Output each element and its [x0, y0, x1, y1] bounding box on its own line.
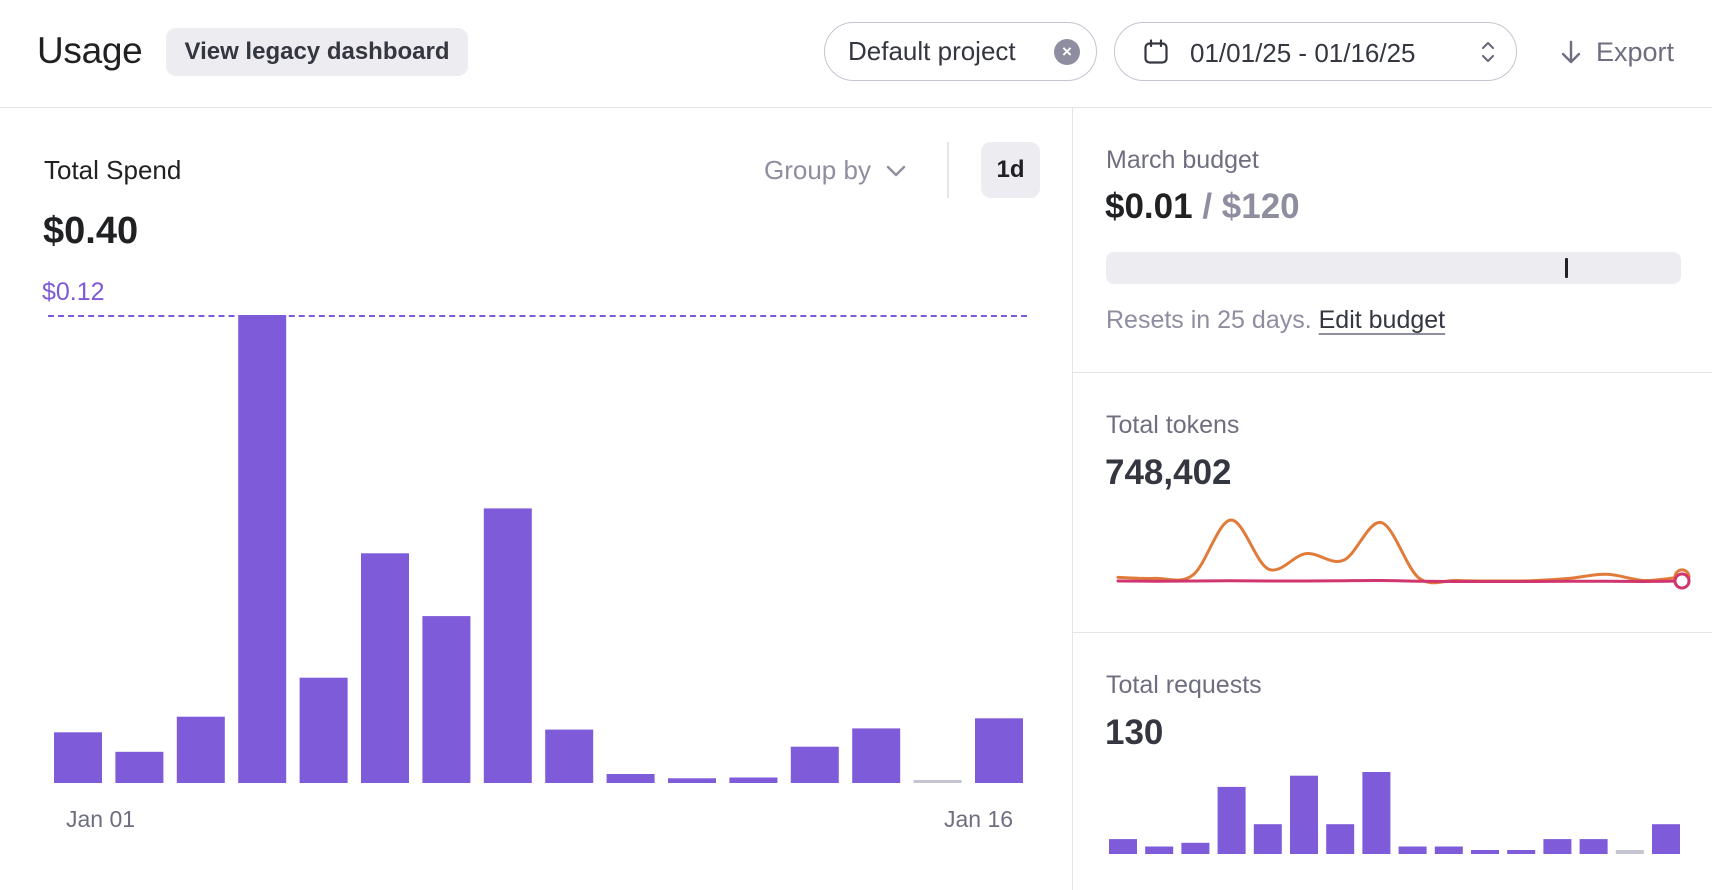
- budget-used: $0.01: [1105, 187, 1193, 226]
- spend-bar: [913, 780, 962, 783]
- tokens-series-endpoint: [1673, 572, 1691, 590]
- requests-bar: [1507, 850, 1536, 854]
- requests-bar: [1326, 824, 1355, 854]
- export-label: Export: [1596, 36, 1675, 67]
- budget-limit: $120: [1221, 187, 1300, 226]
- requests-bar: [1253, 824, 1282, 854]
- reset-text: Resets in 25 days.: [1106, 306, 1312, 334]
- requests-bar: [1652, 824, 1680, 854]
- budget-value: $0.01 / $120: [1105, 187, 1300, 227]
- budget-separator: /: [1192, 187, 1222, 226]
- spend-bar: [115, 751, 164, 783]
- date-range-label: 01/01/25 - 01/16/25: [1190, 38, 1416, 68]
- requests-bar: [1434, 846, 1463, 854]
- spend-bar: [483, 508, 532, 783]
- edit-budget-link[interactable]: Edit budget: [1319, 306, 1446, 334]
- spend-bar: [299, 677, 348, 783]
- spend-bar: [545, 729, 594, 783]
- spend-bar: [975, 718, 1023, 783]
- requests-bar: [1398, 846, 1427, 854]
- chevron-up-down-icon: [1480, 39, 1496, 72]
- tokens-series-line: [1116, 518, 1684, 585]
- spend-bar: [422, 616, 471, 783]
- tokens-series-line: [1116, 578, 1684, 584]
- tokens-value: 748,402: [1105, 453, 1232, 492]
- date-range-picker[interactable]: 01/01/25 - 01/16/25: [1114, 22, 1517, 81]
- requests-bar: [1109, 839, 1137, 854]
- requests-bar: [1471, 850, 1499, 854]
- budget-label: March budget: [1106, 146, 1259, 174]
- requests-bar: [1217, 786, 1246, 854]
- spend-bar: [361, 553, 409, 783]
- requests-label: Total requests: [1106, 671, 1262, 699]
- tokens-sparkline: [1116, 518, 1691, 590]
- spend-bar: [790, 746, 839, 783]
- calendar-icon: [1143, 39, 1169, 72]
- spend-bar: [176, 716, 225, 783]
- requests-bar-chart: [1109, 772, 1680, 854]
- card-divider: [1073, 372, 1712, 373]
- spend-bar: [729, 777, 778, 783]
- spend-bar: [606, 774, 655, 783]
- budget-reset-note: Resets in 25 days. Edit budget: [1106, 306, 1445, 335]
- spend-bar: [238, 315, 287, 783]
- panel-divider: [1072, 108, 1073, 890]
- spend-bar: [668, 778, 716, 783]
- export-button[interactable]: Export: [1560, 30, 1674, 74]
- spend-bar: [852, 728, 901, 783]
- tokens-label: Total tokens: [1106, 411, 1240, 439]
- requests-value: 130: [1105, 713, 1164, 752]
- budget-progress-bar: [1106, 252, 1681, 284]
- requests-bar: [1145, 846, 1174, 854]
- requests-bar: [1290, 775, 1318, 854]
- requests-bar: [1543, 839, 1572, 854]
- requests-bar: [1181, 842, 1210, 854]
- card-divider: [1073, 632, 1712, 633]
- budget-threshold-marker: [1565, 258, 1568, 278]
- requests-bar: [1362, 772, 1391, 854]
- arrow-down-icon: [1560, 39, 1582, 65]
- requests-bar: [1579, 839, 1608, 854]
- x-tick-start: Jan 01: [66, 806, 136, 832]
- spend-bar-chart: [54, 315, 1023, 783]
- requests-bar: [1615, 850, 1644, 854]
- x-tick-end: Jan 16: [944, 806, 1014, 832]
- spend-bar: [54, 732, 102, 783]
